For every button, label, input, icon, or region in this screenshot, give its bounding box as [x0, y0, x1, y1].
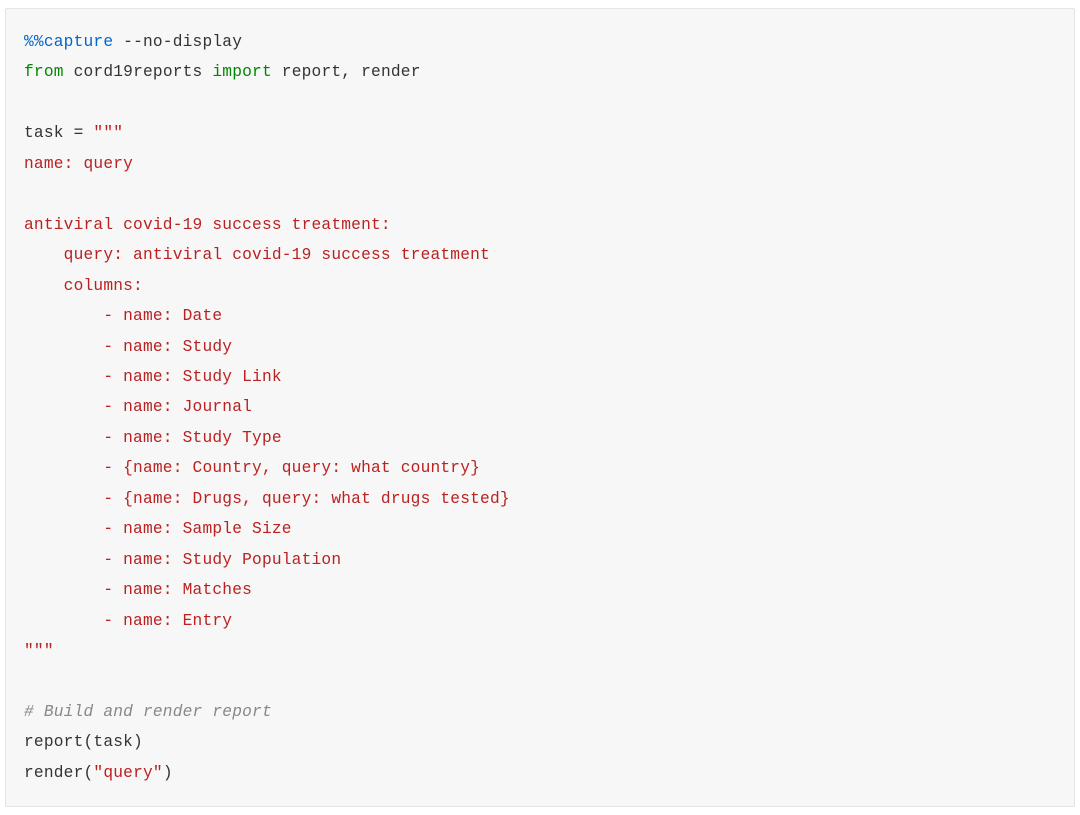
comment-line: # Build and render report — [24, 703, 272, 721]
yaml-columns-line: columns: — [24, 277, 143, 295]
yaml-col-entry: - name: Entry — [24, 612, 232, 630]
code-cell[interactable]: %%capture --no-display from cord19reports… — [5, 8, 1075, 807]
string-open: """ — [93, 124, 123, 142]
task-assignment: task = — [24, 124, 93, 142]
yaml-col-drugs: - {name: Drugs, query: what drugs tested… — [24, 490, 510, 508]
yaml-query-line: query: antiviral covid-19 success treatm… — [24, 246, 490, 264]
yaml-col-sample: - name: Sample Size — [24, 520, 292, 538]
yaml-col-journal: - name: Journal — [24, 398, 252, 416]
render-call-arg: "query" — [93, 764, 162, 782]
magic-command: %%capture — [24, 33, 113, 51]
import-names: report, render — [272, 63, 421, 81]
module-name: cord19reports — [64, 63, 213, 81]
yaml-col-study-type: - name: Study Type — [24, 429, 282, 447]
report-call: report(task) — [24, 733, 143, 751]
yaml-col-study-link: - name: Study Link — [24, 368, 282, 386]
yaml-name-line: name: query — [24, 155, 133, 173]
from-keyword: from — [24, 63, 64, 81]
render-call-fn: render( — [24, 764, 93, 782]
yaml-col-date: - name: Date — [24, 307, 222, 325]
yaml-col-population: - name: Study Population — [24, 551, 341, 569]
yaml-col-matches: - name: Matches — [24, 581, 252, 599]
yaml-col-study: - name: Study — [24, 338, 232, 356]
string-close: """ — [24, 642, 54, 660]
import-keyword: import — [212, 63, 272, 81]
magic-argument: --no-display — [113, 33, 242, 51]
yaml-section-line: antiviral covid-19 success treatment: — [24, 216, 391, 234]
render-call-close: ) — [163, 764, 173, 782]
yaml-col-country: - {name: Country, query: what country} — [24, 459, 480, 477]
